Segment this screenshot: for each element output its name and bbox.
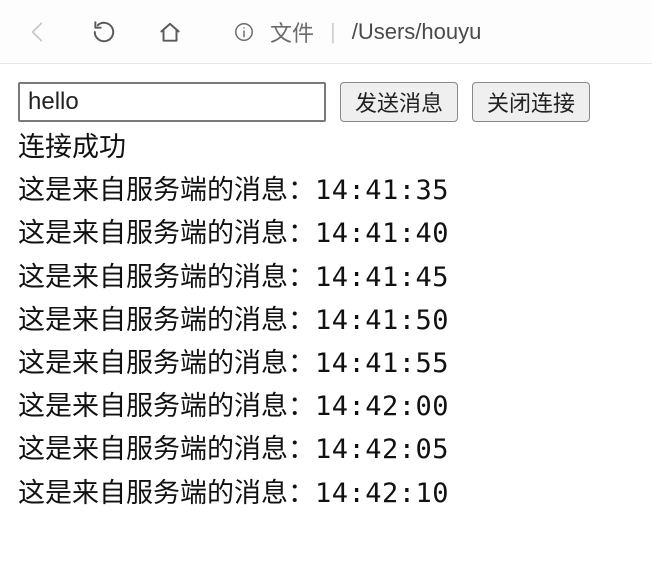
log-line-time: 14:41:40 (315, 218, 449, 249)
log-line-prefix: 这是来自服务端的消息： (18, 305, 315, 335)
page-body: 发送消息 关闭连接 连接成功 这是来自服务端的消息：14:41:35这是来自服务… (0, 64, 652, 515)
log-line-time: 14:41:55 (315, 348, 449, 379)
log-line: 这是来自服务端的消息：14:41:50 (18, 299, 636, 342)
send-button[interactable]: 发送消息 (340, 82, 458, 122)
log-line-prefix: 这是来自服务端的消息： (18, 478, 315, 508)
home-button[interactable] (152, 14, 188, 50)
address-scheme-label: 文件 (270, 16, 314, 48)
log-line-time: 14:42:10 (315, 478, 449, 509)
message-input[interactable] (18, 82, 326, 122)
browser-toolbar: 文件 | /Users/houyu (0, 0, 652, 64)
log-line-time: 14:41:45 (315, 262, 449, 293)
log-line-time: 14:42:00 (315, 391, 449, 422)
close-connection-button[interactable]: 关闭连接 (472, 82, 590, 122)
reload-button[interactable] (86, 14, 122, 50)
connection-status: 连接成功 (18, 126, 636, 169)
log-line-prefix: 这是来自服务端的消息： (18, 348, 315, 378)
message-log: 连接成功 这是来自服务端的消息：14:41:35这是来自服务端的消息：14:41… (18, 126, 636, 515)
log-line: 这是来自服务端的消息：14:41:40 (18, 212, 636, 255)
log-line: 这是来自服务端的消息：14:41:35 (18, 169, 636, 212)
log-line-time: 14:42:05 (315, 434, 449, 465)
log-line: 这是来自服务端的消息：14:42:10 (18, 472, 636, 515)
address-path: /Users/houyu (352, 19, 482, 45)
log-line-time: 14:41:50 (315, 305, 449, 336)
site-info-icon[interactable] (232, 20, 256, 44)
log-line-prefix: 这是来自服务端的消息： (18, 434, 315, 464)
log-line-prefix: 这是来自服务端的消息： (18, 218, 315, 248)
log-line-prefix: 这是来自服务端的消息： (18, 175, 315, 205)
log-line-time: 14:41:35 (315, 175, 449, 206)
log-line-prefix: 这是来自服务端的消息： (18, 262, 315, 292)
controls-row: 发送消息 关闭连接 (18, 82, 636, 122)
log-line: 这是来自服务端的消息：14:42:00 (18, 385, 636, 428)
log-line: 这是来自服务端的消息：14:42:05 (18, 428, 636, 471)
back-button[interactable] (20, 14, 56, 50)
log-line: 这是来自服务端的消息：14:41:45 (18, 256, 636, 299)
address-bar[interactable]: 文件 | /Users/houyu (218, 12, 632, 52)
log-line: 这是来自服务端的消息：14:41:55 (18, 342, 636, 385)
log-line-prefix: 这是来自服务端的消息： (18, 391, 315, 421)
address-separator: | (328, 19, 338, 45)
